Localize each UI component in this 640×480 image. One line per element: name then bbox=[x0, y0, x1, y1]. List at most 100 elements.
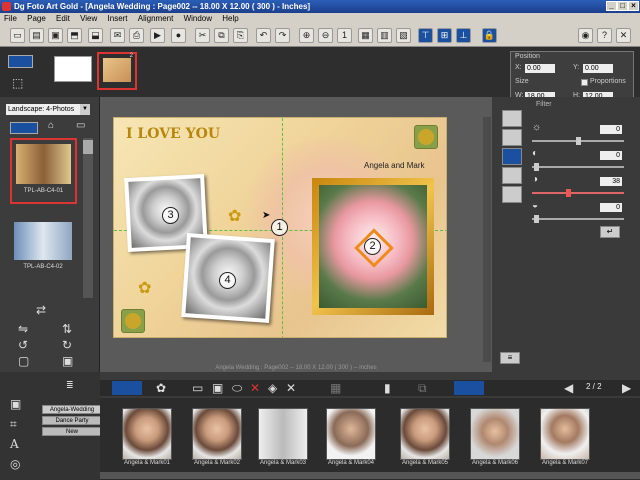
copy-page-icon[interactable]: ⧉ bbox=[418, 381, 427, 396]
menu-page[interactable]: Page bbox=[23, 13, 50, 25]
redo-icon[interactable]: ↷ bbox=[275, 28, 290, 43]
cut-icon[interactable]: ✂ bbox=[195, 28, 210, 43]
close-button[interactable]: × bbox=[628, 1, 639, 11]
album-item-dance-party[interactable]: Dance Party bbox=[42, 416, 102, 425]
menu-view[interactable]: View bbox=[76, 13, 101, 25]
fit-width-icon[interactable]: ▥ bbox=[377, 28, 392, 43]
names-text[interactable]: Angela and Mark bbox=[364, 161, 424, 170]
butterfly-tab-icon[interactable]: ✿ bbox=[156, 381, 166, 395]
open-icon[interactable]: ▤ bbox=[29, 28, 44, 43]
home-icon[interactable]: ⌂ bbox=[48, 120, 54, 131]
shadow-icon[interactable]: ▢ bbox=[18, 354, 29, 368]
grid-view-icon[interactable] bbox=[10, 122, 38, 134]
print-icon[interactable]: ⎙ bbox=[129, 28, 144, 43]
slideshow-icon[interactable]: ▶ bbox=[150, 28, 165, 43]
album-view-icon[interactable] bbox=[454, 381, 484, 395]
lock-icon[interactable]: 🔒 bbox=[482, 28, 497, 43]
film-photo-2[interactable]: Angela & Mark02 bbox=[192, 408, 242, 470]
proportions-checkbox[interactable] bbox=[581, 79, 588, 86]
close-doc-icon[interactable]: ✕ bbox=[616, 28, 631, 43]
photo-tool-icon[interactable]: ▣ bbox=[10, 397, 21, 411]
rotate-left-icon[interactable]: ↺ bbox=[18, 338, 28, 352]
slider-thumb[interactable] bbox=[534, 163, 539, 171]
rotate-right-icon[interactable]: ↻ bbox=[62, 338, 72, 352]
import-icon[interactable]: ⬒ bbox=[67, 28, 82, 43]
tab-effects[interactable] bbox=[502, 110, 522, 127]
template-scrollbar[interactable] bbox=[83, 138, 93, 298]
layers-icon[interactable]: ▦ bbox=[330, 381, 341, 395]
filter-value-4[interactable]: 0 bbox=[600, 203, 622, 212]
x-field[interactable]: 0.00 bbox=[525, 64, 555, 73]
flip-vertical-icon[interactable]: ⇅ bbox=[62, 322, 72, 336]
undo-icon[interactable]: ↶ bbox=[256, 28, 271, 43]
text-frame-icon[interactable]: ▣ bbox=[212, 381, 223, 395]
next-page-icon[interactable]: ▶ bbox=[622, 381, 631, 395]
filter-value-3[interactable]: 38 bbox=[600, 177, 622, 186]
slider-thumb[interactable] bbox=[566, 189, 571, 197]
email-icon[interactable]: ✉ bbox=[110, 28, 125, 43]
align-bottom-icon[interactable]: ⊥ bbox=[456, 28, 471, 43]
flip-horizontal-icon[interactable]: ⇋ bbox=[18, 322, 28, 336]
filter-slider-2[interactable] bbox=[532, 166, 624, 168]
page-thumbnail-2[interactable]: 2 bbox=[97, 52, 137, 90]
maximize-button[interactable]: □ bbox=[617, 1, 628, 11]
frame-icon[interactable]: ▣ bbox=[62, 354, 73, 368]
align-top-icon[interactable]: ⊤ bbox=[418, 28, 433, 43]
camera-icon[interactable]: ◉ bbox=[578, 28, 593, 43]
filter-slider-3[interactable] bbox=[532, 192, 624, 194]
album-menu-icon[interactable]: ≣ bbox=[66, 380, 74, 391]
film-photo-6[interactable]: Angela & Mark06 bbox=[470, 408, 520, 470]
shape-tool-icon[interactable]: ◎ bbox=[10, 457, 20, 471]
butterfly-icon[interactable]: ✿ bbox=[138, 278, 151, 298]
previous-page-icon[interactable]: ◀ bbox=[564, 381, 573, 395]
align-middle-icon[interactable]: ⊞ bbox=[437, 28, 452, 43]
film-photo-3[interactable]: Angela & Mark03 bbox=[258, 408, 308, 470]
zoom-in-icon[interactable]: ⊕ bbox=[299, 28, 314, 43]
butterfly-icon[interactable]: ✿ bbox=[228, 206, 241, 226]
text-tool-icon[interactable]: A bbox=[10, 437, 19, 451]
menu-window[interactable]: Window bbox=[180, 13, 216, 25]
copy-icon[interactable]: ⧉ bbox=[214, 28, 229, 43]
tab-shadows[interactable] bbox=[502, 186, 522, 203]
scrollbar-thumb[interactable] bbox=[83, 140, 93, 154]
album-item-new[interactable]: New bbox=[42, 427, 102, 436]
paste-icon[interactable]: ⎘ bbox=[233, 28, 248, 43]
y-field[interactable]: 0.00 bbox=[583, 64, 613, 73]
fit-page-icon[interactable]: ▦ bbox=[358, 28, 373, 43]
menu-help[interactable]: Help bbox=[218, 13, 242, 25]
delete-icon[interactable]: ✕ bbox=[250, 381, 260, 395]
slider-thumb[interactable] bbox=[576, 137, 581, 145]
filmstrip-scrollbar[interactable] bbox=[100, 472, 640, 479]
film-photo-4[interactable]: Angela & Mark04 bbox=[326, 408, 376, 470]
menu-file[interactable]: File bbox=[0, 13, 21, 25]
page-settings-icon[interactable]: ⬚ bbox=[12, 76, 23, 90]
workspace-scrollbar[interactable] bbox=[483, 117, 491, 362]
page-layout-icon[interactable] bbox=[8, 55, 33, 68]
mask-icon[interactable]: ◈ bbox=[268, 381, 277, 395]
swap-icon[interactable]: ⇄ bbox=[36, 303, 46, 317]
tab-filter[interactable] bbox=[502, 148, 522, 165]
panel-toggle-icon[interactable]: ≡ bbox=[500, 352, 520, 364]
disabled-tool-icon[interactable]: ✕ bbox=[286, 381, 296, 395]
template-item-1[interactable]: TPL-AB-C4-01 bbox=[10, 138, 77, 204]
zoom-out-icon[interactable]: ⊖ bbox=[318, 28, 333, 43]
menu-alignment[interactable]: Alignment bbox=[134, 13, 178, 25]
menu-edit[interactable]: Edit bbox=[52, 13, 74, 25]
export-icon[interactable]: ⬓ bbox=[88, 28, 103, 43]
film-photo-5[interactable]: Angela & Mark05 bbox=[400, 408, 450, 470]
fit-height-icon[interactable]: ▧ bbox=[396, 28, 411, 43]
slider-thumb[interactable] bbox=[534, 215, 539, 223]
actual-size-icon[interactable]: 1 bbox=[337, 28, 352, 43]
template-item-2[interactable] bbox=[14, 222, 72, 260]
minimize-button[interactable]: _ bbox=[606, 1, 617, 11]
tab-frames[interactable] bbox=[502, 129, 522, 146]
record-icon[interactable]: ● bbox=[171, 28, 186, 43]
folder-icon[interactable]: ▭ bbox=[76, 120, 85, 131]
menu-insert[interactable]: Insert bbox=[104, 13, 132, 25]
film-photo-1[interactable]: Angela & Mark01 bbox=[122, 408, 172, 470]
color-bars-icon[interactable]: ▮ bbox=[384, 381, 391, 395]
layout-combo[interactable]: Landscape: 4-Photos ▼ bbox=[6, 104, 90, 115]
photos-tab-icon[interactable] bbox=[112, 381, 142, 395]
ellipse-icon[interactable]: ⬭ bbox=[232, 381, 242, 396]
tab-masks[interactable] bbox=[502, 167, 522, 184]
